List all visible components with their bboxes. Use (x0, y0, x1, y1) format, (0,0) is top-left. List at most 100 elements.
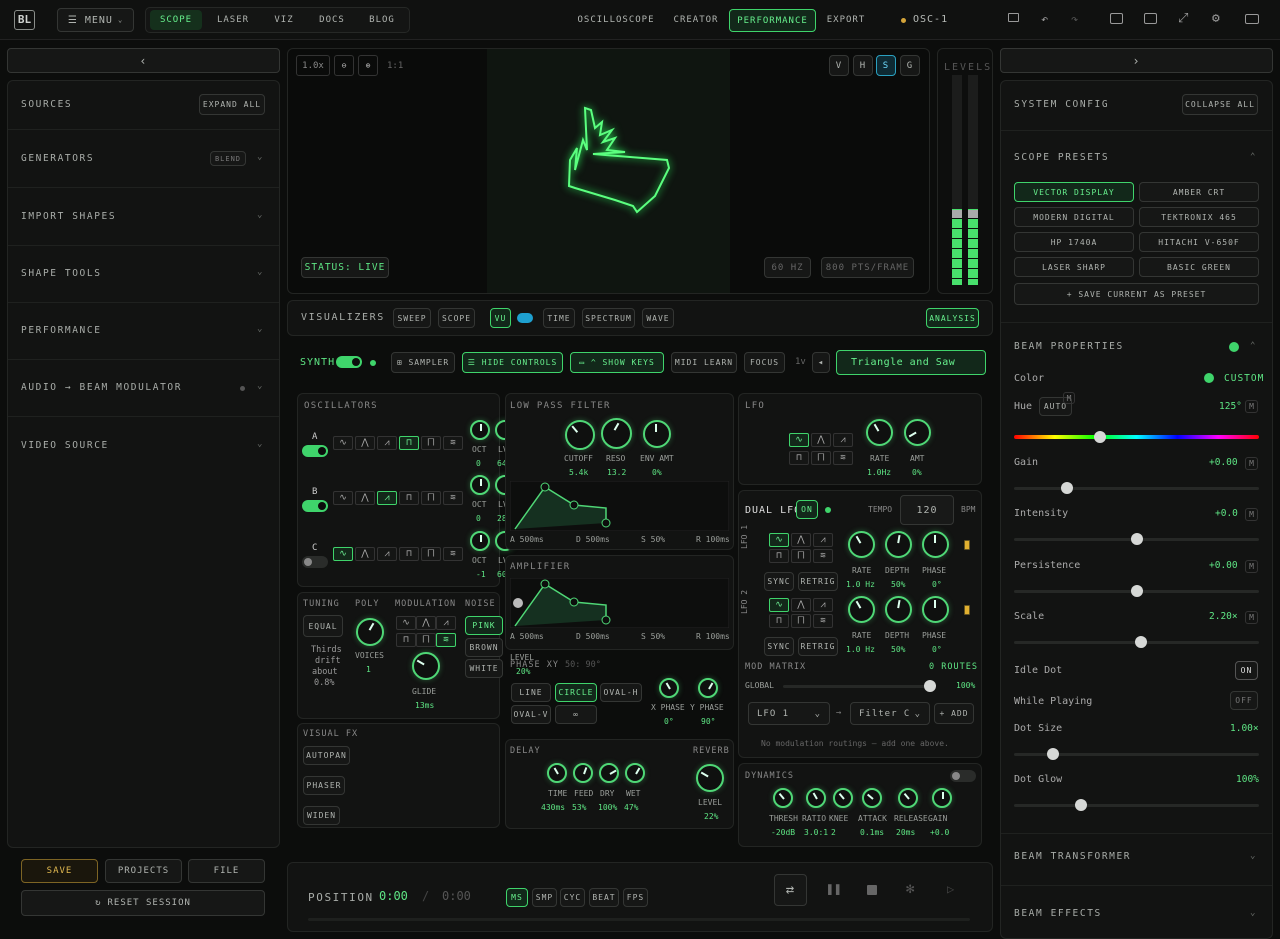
undo-icon[interactable]: ↶ (1041, 12, 1048, 26)
shape-oval-h-button[interactable]: OVAL-H (600, 683, 642, 702)
osc-noise-icon[interactable]: ≋ (443, 436, 463, 450)
lfo-saw-icon[interactable]: ⩘ (813, 598, 833, 612)
collapse-right-button[interactable]: › (1000, 48, 1273, 73)
mod-pulse-icon[interactable]: ⨅ (416, 633, 436, 647)
blend-badge[interactable]: BLEND (210, 151, 246, 166)
lfo-pulse-icon[interactable]: ⨅ (791, 614, 811, 628)
beam-properties-title[interactable]: BEAM PROPERTIES (1014, 341, 1124, 352)
beam-transformer-title[interactable]: BEAM TRANSFORMER (1014, 851, 1131, 862)
mod-saw-icon[interactable]: ⩘ (436, 616, 456, 630)
lfo-square-icon[interactable]: ⊓ (789, 451, 809, 465)
lfo-triangle-icon[interactable]: ⋀ (791, 598, 811, 612)
section-shape-tools[interactable]: SHAPE TOOLS (21, 268, 102, 279)
delay-knob[interactable] (547, 763, 567, 783)
mod-badge[interactable]: M (1245, 611, 1258, 624)
channel-v-button[interactable]: V (829, 55, 849, 76)
chat-icon[interactable] (1110, 13, 1123, 24)
delay-knob[interactable] (599, 763, 619, 783)
slider-thumb[interactable] (1075, 799, 1087, 811)
beam-row-slider[interactable] (1014, 636, 1259, 648)
lfo-depth-knob[interactable] (885, 596, 912, 623)
mode-creator[interactable]: CREATOR (668, 10, 724, 30)
nav-scope[interactable]: SCOPE (150, 10, 202, 30)
mod-badge[interactable]: M (1245, 457, 1258, 470)
osc-oct-knob[interactable] (470, 475, 490, 495)
osc-pulse-icon[interactable]: ⨅ (421, 436, 441, 450)
lfo-phase-knob[interactable] (922, 531, 949, 558)
dot-glow-slider[interactable] (1014, 799, 1259, 811)
voices-knob[interactable] (356, 618, 384, 646)
section-import-shapes[interactable]: IMPORT SHAPES (21, 211, 116, 222)
mod-sine-icon[interactable]: ∿ (396, 616, 416, 630)
idle-dot-toggle[interactable]: ON (1235, 661, 1258, 680)
osc-triangle-icon[interactable]: ⋀ (355, 547, 375, 561)
lfo-noise-icon[interactable]: ≋ (813, 549, 833, 563)
widen-button[interactable]: WIDEN (303, 806, 340, 825)
lfo-square-icon[interactable]: ⊓ (769, 549, 789, 563)
delay-knob[interactable] (625, 763, 645, 783)
osc-saw-icon[interactable]: ⩘ (377, 491, 397, 505)
stop-icon[interactable] (867, 885, 877, 895)
section-performance[interactable]: PERFORMANCE (21, 325, 102, 336)
lfo-sync-button[interactable]: SYNC (764, 637, 794, 656)
glide-knob[interactable] (412, 652, 440, 680)
osc-square-icon[interactable]: ⊓ (399, 547, 419, 561)
osc-triangle-icon[interactable]: ⋀ (355, 491, 375, 505)
unit-ms-button[interactable]: MS (506, 888, 528, 907)
channel-s-button[interactable]: S (876, 55, 896, 76)
device-name[interactable]: OSC-1 (913, 14, 948, 25)
lfo-depth-knob[interactable] (885, 531, 912, 558)
dynamics-knob[interactable] (898, 788, 918, 808)
x-phase-knob[interactable] (659, 678, 679, 698)
slider-thumb[interactable] (1094, 431, 1106, 443)
vu-toggle[interactable] (517, 313, 533, 323)
osc-sine-icon[interactable]: ∿ (333, 547, 353, 561)
section-generators[interactable]: GENERATORS (21, 153, 94, 164)
lfo-sine-icon[interactable]: ∿ (769, 533, 789, 547)
bpm-input[interactable]: 120 (900, 495, 954, 525)
custom-color-label[interactable]: CUSTOM (1224, 373, 1264, 384)
redo-icon[interactable]: ↷ (1071, 12, 1078, 26)
synth-toggle[interactable] (336, 356, 362, 368)
cutoff-knob[interactable] (565, 420, 595, 450)
while-playing-toggle[interactable]: OFF (1230, 691, 1258, 710)
show-keys-button[interactable]: ▭ ^ SHOW KEYS (570, 352, 664, 373)
preset-button[interactable]: HP 1740A (1014, 232, 1134, 252)
shape-oval-v-button[interactable]: OVAL-V (511, 705, 551, 724)
beam-row-slider[interactable] (1014, 482, 1259, 494)
phaser-button[interactable]: PHASER (303, 776, 345, 795)
lfo-rate-knob[interactable] (866, 419, 893, 446)
mod-badge[interactable]: M (1245, 560, 1258, 573)
dynamics-toggle[interactable] (950, 770, 976, 782)
reverb-level-knob[interactable] (696, 764, 724, 792)
autopan-button[interactable]: AUTOPAN (303, 746, 350, 765)
vis-time-button[interactable]: TIME (543, 308, 575, 328)
sampler-button[interactable]: ⊞ SAMPLER (391, 352, 455, 373)
preset-button[interactable]: VECTOR DISPLAY (1014, 182, 1134, 202)
lfo-square-icon[interactable]: ⊓ (769, 614, 789, 628)
menu-button[interactable]: ☰ MENU ⌄ (57, 8, 134, 32)
reso-knob[interactable] (601, 418, 632, 449)
mod-triangle-icon[interactable]: ⋀ (416, 616, 436, 630)
osc-toggle[interactable] (302, 556, 328, 568)
mod-target-select[interactable]: Filter C ⌄ (850, 702, 930, 725)
folder-icon[interactable] (1008, 13, 1019, 22)
focus-button[interactable]: FOCUS (744, 352, 785, 373)
hide-controls-button[interactable]: ☰ HIDE CONTROLS (462, 352, 563, 373)
slider-thumb[interactable] (1047, 748, 1059, 760)
lfo-amt-knob[interactable] (904, 419, 931, 446)
preset-button[interactable]: BASIC GREEN (1139, 257, 1259, 277)
collapse-left-button[interactable]: ‹ (7, 48, 280, 73)
pause-icon[interactable]: ❚❚ (826, 882, 842, 897)
osc-oct-knob[interactable] (470, 420, 490, 440)
osc-oct-knob[interactable] (470, 531, 490, 551)
env-amt-knob[interactable] (643, 420, 671, 448)
lfo-pulse-icon[interactable]: ⨅ (811, 451, 831, 465)
noise-white-button[interactable]: WHITE (465, 659, 503, 678)
mod-source-select[interactable]: LFO 1 ⌄ (748, 702, 830, 725)
lfo-triangle-icon[interactable]: ⋀ (791, 533, 811, 547)
unit-fps-button[interactable]: FPS (623, 888, 648, 907)
preset-select[interactable]: Triangle and Saw (836, 350, 986, 375)
position-scrubber[interactable] (308, 918, 970, 921)
nav-laser[interactable]: LASER (208, 10, 258, 30)
